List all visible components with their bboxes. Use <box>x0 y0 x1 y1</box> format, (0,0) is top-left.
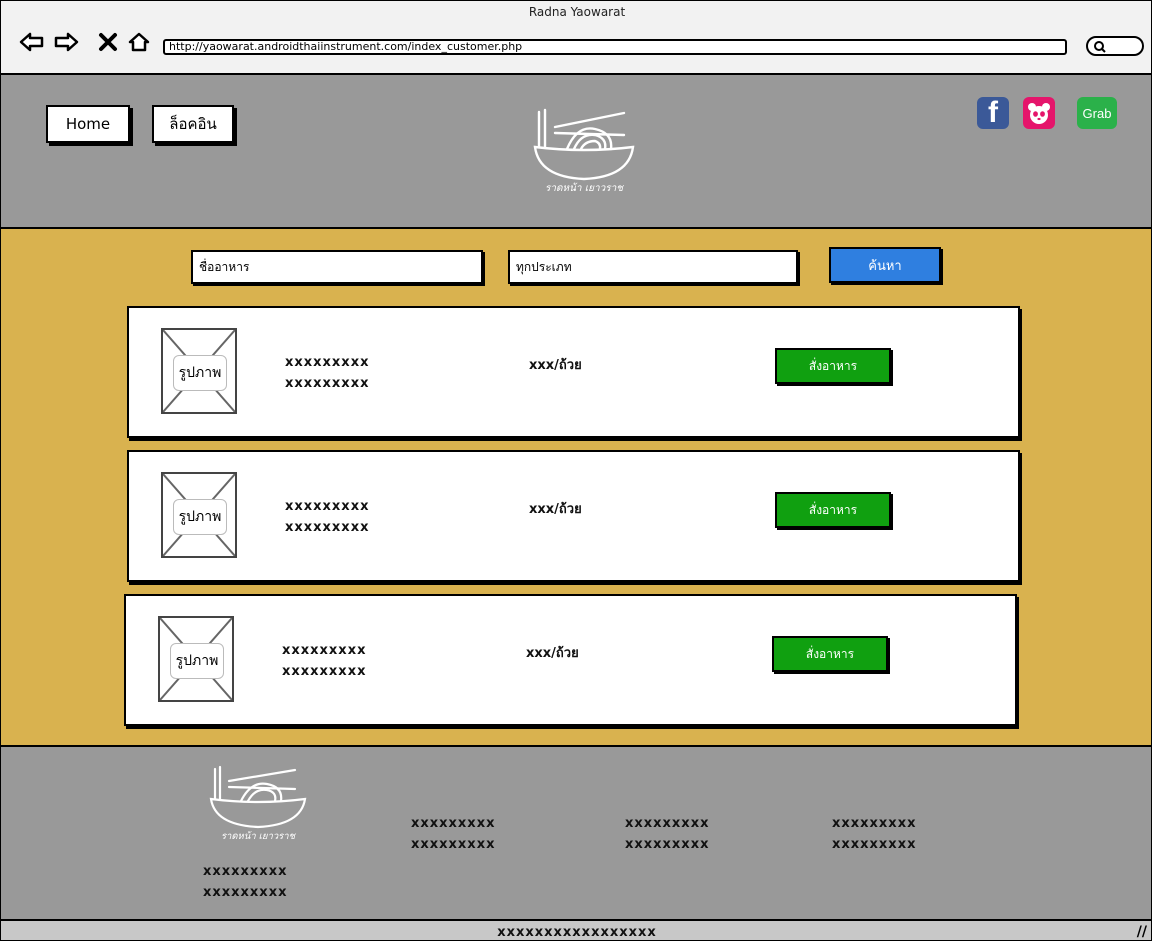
close-icon[interactable] <box>97 31 121 53</box>
facebook-icon[interactable]: f <box>977 96 1009 129</box>
image-placeholder: รูปภาพ <box>161 472 237 558</box>
footer-column-1: xxxxxxxxx xxxxxxxxx <box>411 813 495 855</box>
footer-col1-line2[interactable]: xxxxxxxxx <box>411 834 495 855</box>
item-price: xxx/ถ้วย <box>529 358 582 373</box>
footer-logo-text: ราดหน้า เยาวราช <box>221 831 297 842</box>
home-button[interactable]: Home <box>46 105 130 143</box>
site-logo[interactable]: ราดหน้า เยาวราช <box>529 107 639 201</box>
status-text: xxxxxxxxxxxxxxxxx <box>497 925 657 940</box>
footer-left-line2: xxxxxxxxx <box>203 885 288 900</box>
item-name: xxxxxxxxx xxxxxxxxx <box>285 496 369 538</box>
image-label: รูปภาพ <box>173 499 227 535</box>
item-name-line1: xxxxxxxxx <box>285 355 370 370</box>
logo-text: ราดหน้า เยาวราช <box>545 182 624 194</box>
grab-label: Grab <box>1082 105 1112 121</box>
footer-col3-line2[interactable]: xxxxxxxxx <box>832 834 916 855</box>
item-name-line2: xxxxxxxxx <box>285 376 370 391</box>
image-label: รูปภาพ <box>170 643 224 679</box>
footer-col2-line2[interactable]: xxxxxxxxx <box>625 834 709 855</box>
home-icon[interactable] <box>127 31 151 53</box>
window-title: Radna Yaowarat <box>528 5 626 19</box>
footer-left-text: xxxxxxxxx xxxxxxxxx <box>203 861 287 903</box>
address-bar[interactable]: http://yaowarat.androidthaiinstrument.co… <box>163 39 1067 55</box>
order-button[interactable]: สั่งอาหาร <box>775 492 891 528</box>
footer-logo: ราดหน้า เยาวราช <box>203 765 313 847</box>
footer-left-line1: xxxxxxxxx <box>203 864 288 879</box>
search-button[interactable]: ค้นหา <box>829 247 941 283</box>
category-select[interactable]: ทุกประเภท <box>508 250 798 284</box>
item-name-line2: xxxxxxxxx <box>285 520 370 535</box>
menu-item-card: รูปภาพ xxxxxxxxx xxxxxxxxx xxx/ถ้วย สั่ง… <box>127 306 1020 438</box>
item-name-line1: xxxxxxxxx <box>285 499 370 514</box>
browser-toolbar: Radna Yaowarat http://yaowarat.androidth… <box>1 1 1151 75</box>
browser-search-box[interactable] <box>1086 36 1144 56</box>
menu-item-card: รูปภาพ xxxxxxxxx xxxxxxxxx xxx/ถ้วย สั่ง… <box>124 594 1017 726</box>
food-name-input[interactable]: ชื่ออาหาร <box>191 250 483 284</box>
browser-window: Radna Yaowarat http://yaowarat.androidth… <box>0 0 1152 941</box>
footer-col1-line1[interactable]: xxxxxxxxx <box>411 813 495 834</box>
footer-col3-line1[interactable]: xxxxxxxxx <box>832 813 916 834</box>
item-name-line1: xxxxxxxxx <box>282 643 367 658</box>
item-name: xxxxxxxxx xxxxxxxxx <box>282 640 366 682</box>
resize-grip-icon[interactable]: // <box>1137 924 1147 940</box>
image-placeholder: รูปภาพ <box>158 616 234 702</box>
item-name: xxxxxxxxx xxxxxxxxx <box>285 352 369 394</box>
menu-item-card: รูปภาพ xxxxxxxxx xxxxxxxxx xxx/ถ้วย สั่ง… <box>127 450 1020 582</box>
image-label: รูปภาพ <box>173 355 227 391</box>
item-price: xxx/ถ้วย <box>529 502 582 517</box>
item-price: xxx/ถ้วย <box>526 646 579 661</box>
forward-arrow-icon[interactable] <box>53 31 79 53</box>
back-arrow-icon[interactable] <box>19 31 44 53</box>
search-icon <box>1094 41 1106 53</box>
item-name-line2: xxxxxxxxx <box>282 664 367 679</box>
footer-column-2: xxxxxxxxx xxxxxxxxx <box>625 813 709 855</box>
footer-col2-line1[interactable]: xxxxxxxxx <box>625 813 709 834</box>
order-button[interactable]: สั่งอาหาร <box>775 348 891 384</box>
image-placeholder: รูปภาพ <box>161 328 237 414</box>
facebook-label: f <box>988 96 998 129</box>
login-button[interactable]: ล็อคอิน <box>152 105 234 143</box>
status-bar: xxxxxxxxxxxxxxxxx // <box>1 921 1151 940</box>
grab-icon[interactable]: Grab <box>1077 97 1117 129</box>
footer-column-3: xxxxxxxxx xxxxxxxxx <box>832 813 916 855</box>
foodpanda-icon[interactable] <box>1023 97 1055 129</box>
order-button[interactable]: สั่งอาหาร <box>772 636 888 672</box>
site-footer <box>1 747 1151 921</box>
